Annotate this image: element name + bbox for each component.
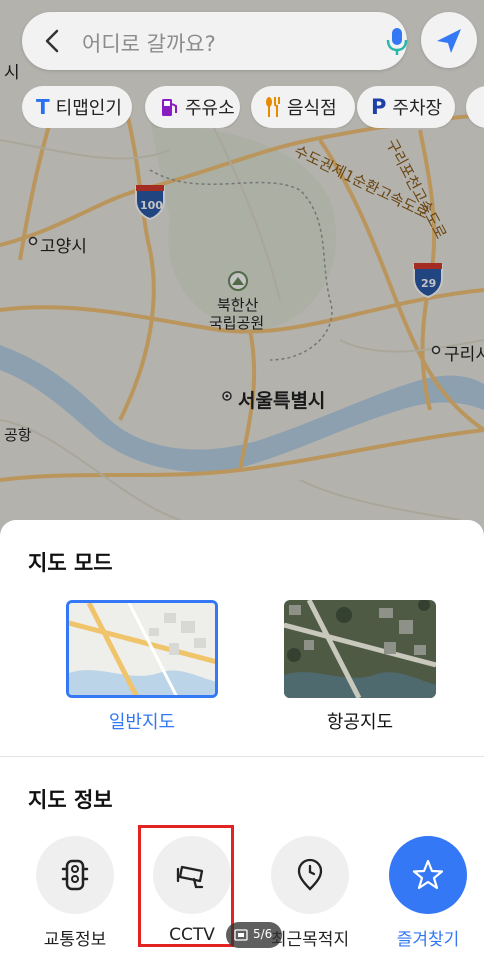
traffic-light-icon bbox=[61, 859, 89, 891]
page-indicator: 5/6 bbox=[226, 922, 282, 948]
star-icon bbox=[412, 859, 444, 890]
general-map-card[interactable] bbox=[66, 600, 218, 698]
favorites-button[interactable] bbox=[389, 836, 467, 914]
tmap-logo-icon: T bbox=[36, 95, 50, 119]
aerial-map-label[interactable]: 항공지도 bbox=[280, 708, 440, 734]
restaurant-icon bbox=[266, 97, 280, 117]
aerial-map-thumbnail bbox=[284, 600, 436, 698]
chip-gas-station[interactable]: 주유소 bbox=[145, 86, 240, 128]
cctv-highlight-box bbox=[138, 825, 234, 947]
chip-parking[interactable]: P 주차장 bbox=[357, 86, 455, 128]
navigation-arrow-icon bbox=[437, 29, 461, 53]
traffic-info-label[interactable]: 교통정보 bbox=[15, 925, 135, 950]
chip-label: 티맵인기 bbox=[55, 98, 122, 119]
category-chips: T 티맵인기 주유소 음식점 P 주차장 bbox=[22, 86, 484, 128]
location-clock-icon bbox=[297, 858, 323, 891]
microphone-icon[interactable] bbox=[382, 26, 412, 56]
traffic-info-button[interactable] bbox=[36, 836, 114, 914]
chip-more[interactable] bbox=[466, 86, 484, 128]
chip-label: 주유소 bbox=[185, 98, 235, 119]
search-placeholder[interactable]: 어디로 갈까요? bbox=[82, 28, 216, 58]
map-dim-overlay bbox=[0, 0, 484, 540]
map-mode-title: 지도 모드 bbox=[28, 551, 113, 575]
general-map-thumbnail bbox=[69, 603, 215, 695]
chip-restaurant[interactable]: 음식점 bbox=[251, 86, 355, 128]
chip-label: 음식점 bbox=[287, 98, 337, 119]
page-indicator-text: 5/6 bbox=[253, 927, 273, 941]
back-arrow-icon[interactable] bbox=[40, 28, 66, 54]
general-map-label[interactable]: 일반지도 bbox=[62, 708, 222, 734]
navigation-button[interactable] bbox=[421, 12, 477, 68]
screenshot-icon bbox=[234, 929, 248, 941]
gas-station-icon bbox=[162, 99, 177, 116]
aerial-map-card[interactable] bbox=[284, 600, 436, 698]
chip-label: 주차장 bbox=[392, 98, 443, 119]
chip-tmap-popular[interactable]: T 티맵인기 bbox=[22, 86, 132, 128]
parking-icon: P bbox=[371, 95, 387, 119]
recent-destinations-button[interactable] bbox=[271, 836, 349, 914]
map-info-title: 지도 정보 bbox=[28, 788, 113, 812]
favorites-label[interactable]: 즐겨찾기 bbox=[368, 925, 484, 950]
search-bar[interactable]: 어디로 갈까요? bbox=[22, 12, 408, 70]
section-divider bbox=[0, 756, 484, 757]
